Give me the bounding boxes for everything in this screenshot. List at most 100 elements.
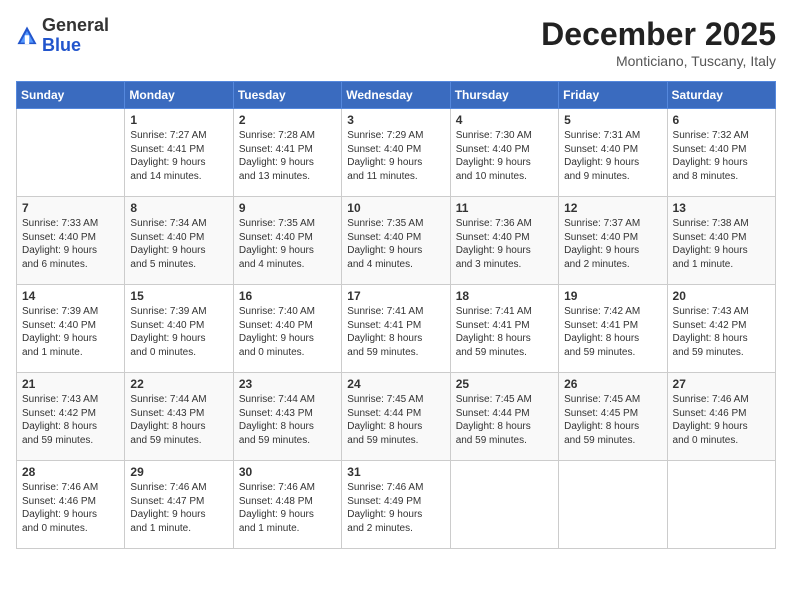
calendar-cell: 20 Sunrise: 7:43 AMSunset: 4:42 PMDayligh… <box>667 285 775 373</box>
cell-content: Sunrise: 7:28 AMSunset: 4:41 PMDaylight:… <box>239 129 336 183</box>
day-number: 24 <box>347 377 444 391</box>
calendar-cell <box>17 109 125 197</box>
cell-content: Sunrise: 7:45 AMSunset: 4:44 PMDaylight:… <box>456 393 553 447</box>
day-number: 9 <box>239 201 336 215</box>
calendar-cell <box>450 461 558 549</box>
title-block: December 2025 Monticiano, Tuscany, Italy <box>541 16 776 69</box>
day-number: 11 <box>456 201 553 215</box>
calendar-cell <box>667 461 775 549</box>
calendar-cell: 25 Sunrise: 7:45 AMSunset: 4:44 PMDayligh… <box>450 373 558 461</box>
cell-content: Sunrise: 7:30 AMSunset: 4:40 PMDaylight:… <box>456 129 553 183</box>
cell-content: Sunrise: 7:35 AMSunset: 4:40 PMDaylight:… <box>239 217 336 271</box>
calendar-cell: 26Sunrise: 7:45 AMSunset: 4:45 PMDayligh… <box>559 373 667 461</box>
cell-content: Sunrise: 7:36 AMSunset: 4:40 PMDaylight:… <box>456 217 553 271</box>
calendar-cell: 12 Sunrise: 7:37 AMSunset: 4:40 PMDayligh… <box>559 197 667 285</box>
day-number: 25 <box>456 377 553 391</box>
cell-content: Sunrise: 7:42 AMSunset: 4:41 PMDaylight:… <box>564 305 661 359</box>
day-number: 5 <box>564 113 661 127</box>
location-subtitle: Monticiano, Tuscany, Italy <box>541 53 776 69</box>
cell-content: Sunrise: 7:40 AMSunset: 4:40 PMDaylight:… <box>239 305 336 359</box>
cell-content: Sunrise: 7:46 AMSunset: 4:47 PMDaylight:… <box>130 481 227 535</box>
cell-content: Sunrise: 7:39 AMSunset: 4:40 PMDaylight:… <box>130 305 227 359</box>
day-header-saturday: Saturday <box>667 82 775 109</box>
logo-icon <box>16 25 38 47</box>
day-number: 30 <box>239 465 336 479</box>
cell-content: Sunrise: 7:45 AMSunset: 4:44 PMDaylight:… <box>347 393 444 447</box>
day-number: 7 <box>22 201 119 215</box>
calendar-cell: 6 Sunrise: 7:32 AMSunset: 4:40 PMDaylight… <box>667 109 775 197</box>
day-number: 8 <box>130 201 227 215</box>
calendar-week-row: 21 Sunrise: 7:43 AMSunset: 4:42 PMDayligh… <box>17 373 776 461</box>
day-header-friday: Friday <box>559 82 667 109</box>
cell-content: Sunrise: 7:41 AMSunset: 4:41 PMDaylight:… <box>347 305 444 359</box>
calendar-cell: 28 Sunrise: 7:46 AMSunset: 4:46 PMDayligh… <box>17 461 125 549</box>
cell-content: Sunrise: 7:46 AMSunset: 4:48 PMDaylight:… <box>239 481 336 535</box>
calendar-cell: 21 Sunrise: 7:43 AMSunset: 4:42 PMDayligh… <box>17 373 125 461</box>
day-number: 2 <box>239 113 336 127</box>
calendar-cell: 27 Sunrise: 7:46 AMSunset: 4:46 PMDayligh… <box>667 373 775 461</box>
calendar-cell: 16Sunrise: 7:40 AMSunset: 4:40 PMDayligh… <box>233 285 341 373</box>
day-number: 28 <box>22 465 119 479</box>
cell-content: Sunrise: 7:31 AMSunset: 4:40 PMDaylight:… <box>564 129 661 183</box>
day-number: 10 <box>347 201 444 215</box>
calendar-cell: 17 Sunrise: 7:41 AMSunset: 4:41 PMDayligh… <box>342 285 450 373</box>
day-number: 26 <box>564 377 661 391</box>
day-number: 23 <box>239 377 336 391</box>
cell-content: Sunrise: 7:35 AMSunset: 4:40 PMDaylight:… <box>347 217 444 271</box>
day-number: 19 <box>564 289 661 303</box>
calendar-cell: 7 Sunrise: 7:33 AMSunset: 4:40 PMDaylight… <box>17 197 125 285</box>
calendar-cell: 14 Sunrise: 7:39 AMSunset: 4:40 PMDayligh… <box>17 285 125 373</box>
day-number: 1 <box>130 113 227 127</box>
cell-content: Sunrise: 7:44 AMSunset: 4:43 PMDaylight:… <box>130 393 227 447</box>
calendar-week-row: 7 Sunrise: 7:33 AMSunset: 4:40 PMDaylight… <box>17 197 776 285</box>
cell-content: Sunrise: 7:33 AMSunset: 4:40 PMDaylight:… <box>22 217 119 271</box>
day-header-wednesday: Wednesday <box>342 82 450 109</box>
calendar-cell <box>559 461 667 549</box>
calendar-cell: 15 Sunrise: 7:39 AMSunset: 4:40 PMDayligh… <box>125 285 233 373</box>
calendar-cell: 11 Sunrise: 7:36 AMSunset: 4:40 PMDayligh… <box>450 197 558 285</box>
cell-content: Sunrise: 7:41 AMSunset: 4:41 PMDaylight:… <box>456 305 553 359</box>
cell-content: Sunrise: 7:34 AMSunset: 4:40 PMDaylight:… <box>130 217 227 271</box>
calendar-cell: 31 Sunrise: 7:46 AMSunset: 4:49 PMDayligh… <box>342 461 450 549</box>
calendar-cell: 3Sunrise: 7:29 AMSunset: 4:40 PMDaylight… <box>342 109 450 197</box>
cell-content: Sunrise: 7:37 AMSunset: 4:40 PMDaylight:… <box>564 217 661 271</box>
logo: General Blue <box>16 16 109 56</box>
cell-content: Sunrise: 7:43 AMSunset: 4:42 PMDaylight:… <box>673 305 770 359</box>
calendar-week-row: 14 Sunrise: 7:39 AMSunset: 4:40 PMDayligh… <box>17 285 776 373</box>
cell-content: Sunrise: 7:27 AMSunset: 4:41 PMDaylight:… <box>130 129 227 183</box>
day-number: 15 <box>130 289 227 303</box>
page-header: General Blue December 2025 Monticiano, T… <box>16 16 776 69</box>
cell-content: Sunrise: 7:39 AMSunset: 4:40 PMDaylight:… <box>22 305 119 359</box>
calendar-cell: 13Sunrise: 7:38 AMSunset: 4:40 PMDayligh… <box>667 197 775 285</box>
cell-content: Sunrise: 7:46 AMSunset: 4:46 PMDaylight:… <box>673 393 770 447</box>
day-number: 3 <box>347 113 444 127</box>
day-number: 6 <box>673 113 770 127</box>
cell-content: Sunrise: 7:32 AMSunset: 4:40 PMDaylight:… <box>673 129 770 183</box>
calendar-week-row: 28 Sunrise: 7:46 AMSunset: 4:46 PMDayligh… <box>17 461 776 549</box>
day-number: 21 <box>22 377 119 391</box>
day-number: 17 <box>347 289 444 303</box>
calendar-cell: 2 Sunrise: 7:28 AMSunset: 4:41 PMDaylight… <box>233 109 341 197</box>
day-number: 14 <box>22 289 119 303</box>
logo-blue-text: Blue <box>42 35 81 55</box>
cell-content: Sunrise: 7:38 AMSunset: 4:40 PMDaylight:… <box>673 217 770 271</box>
calendar-week-row: 1 Sunrise: 7:27 AMSunset: 4:41 PMDaylight… <box>17 109 776 197</box>
day-number: 12 <box>564 201 661 215</box>
calendar-cell: 1 Sunrise: 7:27 AMSunset: 4:41 PMDaylight… <box>125 109 233 197</box>
calendar-cell: 22Sunrise: 7:44 AMSunset: 4:43 PMDayligh… <box>125 373 233 461</box>
day-header-tuesday: Tuesday <box>233 82 341 109</box>
cell-content: Sunrise: 7:46 AMSunset: 4:49 PMDaylight:… <box>347 481 444 535</box>
day-number: 27 <box>673 377 770 391</box>
day-header-sunday: Sunday <box>17 82 125 109</box>
day-header-thursday: Thursday <box>450 82 558 109</box>
day-number: 20 <box>673 289 770 303</box>
calendar-cell: 24 Sunrise: 7:45 AMSunset: 4:44 PMDayligh… <box>342 373 450 461</box>
cell-content: Sunrise: 7:43 AMSunset: 4:42 PMDaylight:… <box>22 393 119 447</box>
calendar-cell: 5 Sunrise: 7:31 AMSunset: 4:40 PMDaylight… <box>559 109 667 197</box>
day-number: 31 <box>347 465 444 479</box>
logo-general-text: General <box>42 15 109 35</box>
calendar-cell: 4Sunrise: 7:30 AMSunset: 4:40 PMDaylight… <box>450 109 558 197</box>
cell-content: Sunrise: 7:46 AMSunset: 4:46 PMDaylight:… <box>22 481 119 535</box>
calendar-cell: 29Sunrise: 7:46 AMSunset: 4:47 PMDayligh… <box>125 461 233 549</box>
cell-content: Sunrise: 7:44 AMSunset: 4:43 PMDaylight:… <box>239 393 336 447</box>
